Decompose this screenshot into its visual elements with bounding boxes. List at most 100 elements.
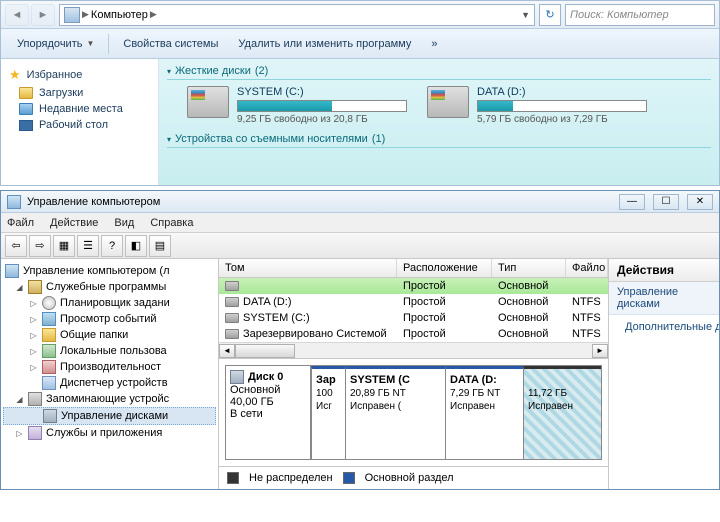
volume-row[interactable]: Зарезервировано СистемойПростойОсновнойN… bbox=[219, 326, 608, 342]
volume-row[interactable]: SYSTEM (C:)ПростойОсновнойNTFS bbox=[219, 310, 608, 326]
window-title: Управление компьютером bbox=[27, 196, 160, 208]
expand-icon[interactable]: ▷ bbox=[29, 331, 38, 340]
actions-more[interactable]: Дополнительные д bbox=[609, 315, 719, 339]
volume-icon bbox=[225, 313, 239, 323]
extra-icon[interactable]: ▤ bbox=[149, 235, 171, 257]
group-removable[interactable]: ▾Устройства со съемными носителями (1) bbox=[167, 131, 711, 148]
tree-scheduler[interactable]: ▷Планировщик задани bbox=[3, 295, 216, 311]
drive-label: SYSTEM (C:) bbox=[237, 86, 407, 98]
view-icon[interactable]: ▦ bbox=[53, 235, 75, 257]
col-fs[interactable]: Файло bbox=[566, 259, 608, 277]
nav-forward-button[interactable]: ► bbox=[31, 4, 55, 26]
disk-map: Диск 0 Основной 40,00 ГБ В сети Зар100Ис… bbox=[219, 359, 608, 467]
tree-device-manager[interactable]: Диспетчер устройств bbox=[3, 375, 216, 391]
disk-info[interactable]: Диск 0 Основной 40,00 ГБ В сети bbox=[225, 365, 311, 460]
col-type[interactable]: Тип bbox=[492, 259, 566, 277]
nav-desktop[interactable]: Рабочий стол bbox=[5, 117, 154, 133]
close-button[interactable]: ✕ bbox=[687, 194, 713, 210]
actions-diskmgmt[interactable]: Управление дисками bbox=[609, 282, 719, 315]
expand-icon[interactable]: ▷ bbox=[29, 363, 38, 372]
folder-icon bbox=[19, 103, 33, 115]
refresh-button[interactable]: ↻ bbox=[539, 4, 561, 26]
expand-icon[interactable]: ▷ bbox=[15, 429, 24, 438]
volume-table: Том Расположение Тип Файло ПростойОсновн… bbox=[219, 259, 608, 359]
computer-icon bbox=[64, 7, 80, 23]
partition[interactable]: 11,72 ГБИсправен bbox=[523, 366, 601, 459]
tree-root[interactable]: Управление компьютером (л bbox=[3, 263, 216, 279]
uninstall-program-button[interactable]: Удалить или изменить программу bbox=[230, 34, 419, 54]
menu-help[interactable]: Справка bbox=[150, 217, 193, 229]
menu-bar: Файл Действие Вид Справка bbox=[1, 213, 719, 233]
search-input[interactable]: Поиск: Компьютер bbox=[565, 4, 715, 26]
maximize-button[interactable]: ☐ bbox=[653, 194, 679, 210]
address-bar: ◄ ► ▶ Компьютер ▶ ▼ ↻ Поиск: Компьютер bbox=[1, 1, 719, 29]
volume-row[interactable]: ПростойОсновной bbox=[219, 278, 608, 294]
menu-file[interactable]: Файл bbox=[7, 217, 34, 229]
volume-icon bbox=[225, 281, 239, 291]
minimize-button[interactable]: — bbox=[619, 194, 645, 210]
scroll-thumb[interactable] bbox=[235, 344, 295, 358]
partition[interactable]: Зар100Исг bbox=[311, 366, 345, 459]
h-scrollbar[interactable]: ◄ ► bbox=[219, 342, 608, 358]
chevron-down-icon: ▼ bbox=[86, 39, 94, 48]
scroll-right-icon[interactable]: ► bbox=[592, 344, 608, 358]
refresh-icon[interactable]: ☰ bbox=[77, 235, 99, 257]
menu-action[interactable]: Действие bbox=[50, 217, 98, 229]
folder-icon bbox=[19, 87, 33, 99]
breadcrumb-location[interactable]: Компьютер bbox=[91, 9, 148, 21]
nav-downloads[interactable]: Загрузки bbox=[5, 85, 154, 101]
scroll-left-icon[interactable]: ◄ bbox=[219, 344, 235, 358]
drive-system-c[interactable]: SYSTEM (C:) 9,25 ГБ свободно из 20,8 ГБ bbox=[187, 86, 407, 125]
help-icon[interactable]: ? bbox=[101, 235, 123, 257]
back-icon[interactable]: ⇦ bbox=[5, 235, 27, 257]
expand-icon[interactable]: ▷ bbox=[29, 299, 38, 308]
tree-events[interactable]: ▷Просмотр событий bbox=[3, 311, 216, 327]
tree-disk-management[interactable]: Управление дисками bbox=[3, 407, 216, 425]
group-hard-drives[interactable]: ▾Жесткие диски (2) bbox=[167, 63, 711, 80]
menu-view[interactable]: Вид bbox=[114, 217, 134, 229]
collapse-icon[interactable]: ◢ bbox=[15, 395, 24, 404]
disk-icon bbox=[43, 409, 57, 423]
chevron-right-icon: ▶ bbox=[82, 9, 89, 20]
extra-icon[interactable]: ◧ bbox=[125, 235, 147, 257]
drive-icon bbox=[427, 86, 469, 118]
tree-storage[interactable]: ◢Запоминающие устройс bbox=[3, 391, 216, 407]
organize-button[interactable]: Упорядочить▼ bbox=[9, 34, 102, 54]
content-pane: ▾Жесткие диски (2) SYSTEM (C:) 9,25 ГБ с… bbox=[159, 59, 719, 185]
nav-back-button[interactable]: ◄ bbox=[5, 4, 29, 26]
partition[interactable]: DATA (D:7,29 ГБ NTИсправен bbox=[445, 366, 523, 459]
computer-icon bbox=[5, 264, 19, 278]
services-icon bbox=[28, 426, 42, 440]
drive-icon bbox=[187, 86, 229, 118]
favorites-header[interactable]: ★Избранное bbox=[5, 65, 154, 85]
forward-icon[interactable]: ⇨ bbox=[29, 235, 51, 257]
col-layout[interactable]: Расположение bbox=[397, 259, 492, 277]
breadcrumb[interactable]: ▶ Компьютер ▶ ▼ bbox=[59, 4, 535, 26]
explorer-window: ◄ ► ▶ Компьютер ▶ ▼ ↻ Поиск: Компьютер У… bbox=[0, 0, 720, 186]
drive-space-bar bbox=[237, 100, 407, 112]
event-icon bbox=[42, 312, 56, 326]
drive-label: DATA (D:) bbox=[477, 86, 647, 98]
tree-system-tools[interactable]: ◢Служебные программы bbox=[3, 279, 216, 295]
tree-performance[interactable]: ▷Производительност bbox=[3, 359, 216, 375]
system-properties-button[interactable]: Свойства системы bbox=[115, 34, 226, 54]
expand-icon[interactable]: ▷ bbox=[29, 347, 38, 356]
toolbar: Упорядочить▼ Свойства системы Удалить ил… bbox=[1, 29, 719, 59]
tree-users[interactable]: ▷Локальные пользова bbox=[3, 343, 216, 359]
col-volume[interactable]: Том bbox=[219, 259, 397, 277]
dropdown-icon[interactable]: ▼ bbox=[521, 10, 530, 20]
volume-row[interactable]: DATA (D:)ПростойОсновнойNTFS bbox=[219, 294, 608, 310]
tree-services[interactable]: ▷Службы и приложения bbox=[3, 425, 216, 441]
partition[interactable]: SYSTEM (C20,89 ГБ NTИсправен ( bbox=[345, 366, 445, 459]
tree-shared[interactable]: ▷Общие папки bbox=[3, 327, 216, 343]
expand-icon[interactable]: ▷ bbox=[29, 315, 38, 324]
drive-free-text: 9,25 ГБ свободно из 20,8 ГБ bbox=[237, 114, 407, 125]
volume-icon bbox=[225, 329, 239, 339]
toolbar-overflow-button[interactable]: » bbox=[423, 34, 445, 54]
nav-recent[interactable]: Недавние места bbox=[5, 101, 154, 117]
collapse-icon[interactable]: ◢ bbox=[15, 283, 24, 292]
drive-data-d[interactable]: DATA (D:) 5,79 ГБ свободно из 7,29 ГБ bbox=[427, 86, 647, 125]
clock-icon bbox=[42, 296, 56, 310]
actions-pane: Действия Управление дисками Дополнительн… bbox=[609, 259, 719, 489]
volume-icon bbox=[225, 297, 239, 307]
